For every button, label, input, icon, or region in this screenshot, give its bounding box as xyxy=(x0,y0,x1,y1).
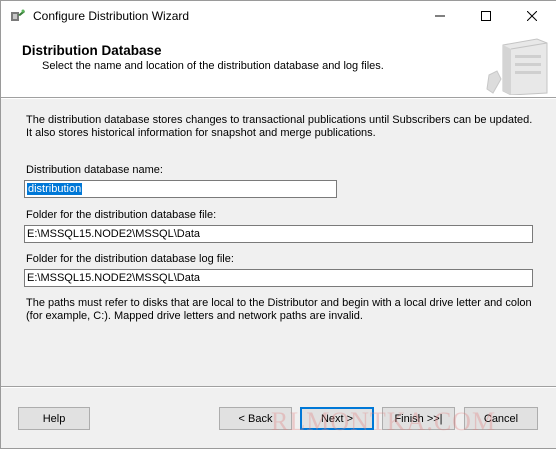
back-button[interactable]: < Back xyxy=(219,407,292,430)
page-title: Distribution Database xyxy=(22,43,162,58)
close-icon xyxy=(527,11,537,21)
db-folder-label: Folder for the distribution database fil… xyxy=(26,209,217,221)
help-button[interactable]: Help xyxy=(18,407,90,430)
log-folder-label: Folder for the distribution database log… xyxy=(26,253,234,265)
wizard-header: Distribution Database Select the name an… xyxy=(1,31,556,97)
description-text: The distribution database stores changes… xyxy=(26,114,533,139)
cancel-button[interactable]: Cancel xyxy=(464,407,538,430)
path-note-text: The paths must refer to disks that are l… xyxy=(26,297,532,322)
window-title: Configure Distribution Wizard xyxy=(33,9,190,23)
minimize-icon xyxy=(435,15,445,17)
finish-button[interactable]: Finish >>| xyxy=(382,407,455,430)
title-bar[interactable]: Configure Distribution Wizard xyxy=(1,1,556,31)
header-divider-highlight xyxy=(1,98,556,99)
maximize-icon xyxy=(481,11,491,21)
footer-divider-highlight xyxy=(1,387,556,388)
db-name-label: Distribution database name: xyxy=(26,164,163,176)
page-subtitle: Select the name and location of the dist… xyxy=(42,60,384,72)
db-folder-field[interactable]: E:\MSSQL15.NODE2\MSSQL\Data xyxy=(24,225,533,243)
log-folder-value: E:\MSSQL15.NODE2\MSSQL\Data xyxy=(27,272,201,284)
maximize-button[interactable] xyxy=(463,1,509,31)
wizard-window: Configure Distribution Wizard Distributi… xyxy=(0,0,556,449)
minimize-button[interactable] xyxy=(417,1,463,31)
db-name-field[interactable]: distribution xyxy=(24,180,337,198)
next-button[interactable]: Next > xyxy=(300,407,374,430)
db-name-value: distribution xyxy=(27,183,83,195)
wizard-app-icon xyxy=(10,8,26,24)
close-button[interactable] xyxy=(509,1,555,31)
db-folder-value: E:\MSSQL15.NODE2\MSSQL\Data xyxy=(27,228,201,240)
log-folder-field[interactable]: E:\MSSQL15.NODE2\MSSQL\Data xyxy=(24,269,533,287)
server-graphic-icon xyxy=(486,38,548,95)
